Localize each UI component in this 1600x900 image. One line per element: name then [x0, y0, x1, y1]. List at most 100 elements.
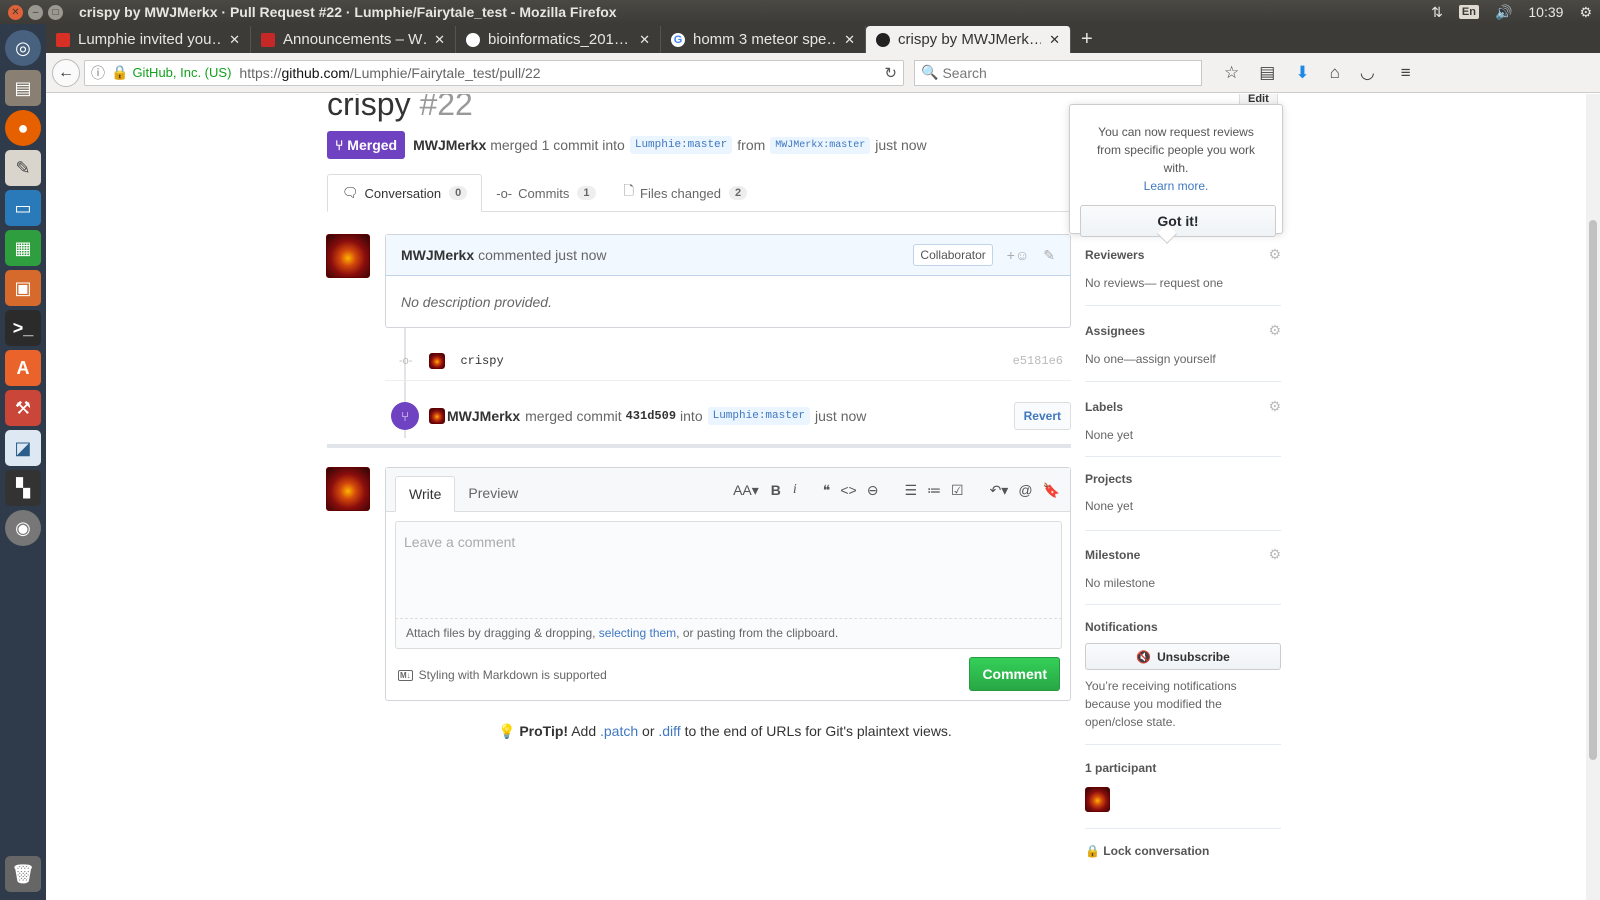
info-icon[interactable]: ⓘ [91, 63, 105, 83]
workspace-icon[interactable]: ▚ [5, 470, 41, 506]
italic-icon[interactable]: i [793, 482, 797, 499]
home-icon[interactable]: ⌂ [1330, 63, 1340, 83]
reload-icon[interactable]: ↻ [884, 64, 897, 82]
trash-icon[interactable]: 🗑 [5, 856, 41, 892]
avatar[interactable] [1085, 787, 1110, 812]
keyboard-layout-indicator[interactable]: En [1458, 5, 1479, 19]
markdown-note[interactable]: M↓ Styling with Markdown is supported [398, 668, 607, 682]
author-link[interactable]: MWJMerkx [413, 137, 486, 153]
link-icon[interactable]: ⊖ [867, 482, 879, 499]
url-bar[interactable]: ⓘ 🔒 GitHub, Inc. (US) https://github.com… [84, 59, 904, 86]
maximize-window-button[interactable]: □ [48, 4, 63, 20]
commit-message-link[interactable]: crispy [460, 354, 503, 368]
tab-preview[interactable]: Preview [455, 475, 531, 511]
firefox-icon[interactable]: ● [5, 110, 41, 146]
patch-link[interactable]: .patch [600, 723, 638, 739]
comment-author[interactable]: MWJMerkx [401, 247, 474, 263]
terminal-icon[interactable]: >_ [5, 310, 41, 346]
clock[interactable]: 10:39 [1528, 4, 1563, 20]
avatar[interactable] [429, 353, 445, 369]
unsubscribe-button[interactable]: 🔇 Unsubscribe [1085, 643, 1281, 670]
merge-sha-link[interactable]: 431d509 [626, 409, 676, 423]
mention-icon[interactable]: @ [1018, 482, 1032, 499]
writer-icon[interactable]: ▭ [5, 190, 41, 226]
avatar[interactable] [326, 467, 370, 511]
volume-icon[interactable]: 🔊 [1495, 4, 1512, 21]
quote-icon[interactable]: ❝ [823, 482, 831, 499]
software-center-icon[interactable]: A [5, 350, 41, 386]
dvd-icon[interactable]: ◉ [5, 510, 41, 546]
reply-icon[interactable]: ↶▾ [990, 482, 1009, 499]
head-branch[interactable]: MWJMerkx:master [770, 136, 871, 154]
bold-icon[interactable]: B [771, 482, 781, 499]
merge-branch[interactable]: Lumphie:master [707, 407, 811, 425]
close-tab-icon[interactable]: ✕ [844, 32, 855, 48]
text-size-icon[interactable]: AA▾ [733, 482, 759, 499]
minimize-window-button[interactable]: – [28, 4, 43, 20]
tab-files-changed[interactable]: 🗋 Files changed 2 [610, 174, 762, 212]
url-text[interactable]: https://github.com/Lumphie/Fairytale_tes… [239, 65, 884, 81]
base-branch[interactable]: Lumphie:master [629, 136, 733, 154]
merge-author-link[interactable]: MWJMerkx [447, 408, 520, 424]
bulleted-list-icon[interactable]: ☰ [904, 482, 917, 499]
gear-icon[interactable]: ⚙ [1268, 246, 1281, 263]
timestamp[interactable]: just now [875, 137, 926, 153]
lightbulb-icon: 💡 [498, 723, 516, 739]
reading-list-icon[interactable]: ▤ [1259, 63, 1275, 83]
browser-tab-active[interactable]: crispy by MWJMerk… ✕ [866, 26, 1071, 53]
browser-tab[interactable]: Lumphie invited you… ✕ [46, 26, 251, 53]
impress-icon[interactable]: ▣ [5, 270, 41, 306]
workbench-icon[interactable]: ◪ [5, 430, 41, 466]
close-tab-icon[interactable]: ✕ [434, 32, 445, 48]
timestamp[interactable]: just now [815, 408, 866, 424]
close-window-button[interactable]: ✕ [8, 4, 23, 20]
got-it-button[interactable]: Got it! [1080, 205, 1276, 237]
close-tab-icon[interactable]: ✕ [1049, 32, 1060, 48]
avatar[interactable] [326, 234, 370, 278]
tab-commits[interactable]: -o- Commits 1 [482, 174, 609, 212]
tab-conversation[interactable]: 🗨 Conversation 0 [327, 174, 483, 212]
site-identity[interactable]: GitHub, Inc. (US) [132, 65, 231, 80]
new-tab-button[interactable]: + [1081, 26, 1093, 53]
select-files-link[interactable]: selecting them [599, 626, 676, 640]
browser-tab[interactable]: G homm 3 meteor spe… ✕ [661, 26, 866, 53]
bookmark-star-icon[interactable]: ☆ [1224, 63, 1239, 83]
learn-more-link[interactable]: Learn more. [1080, 177, 1272, 195]
calc-icon[interactable]: ▦ [5, 230, 41, 266]
scrollbar-thumb[interactable] [1589, 220, 1597, 760]
network-icon[interactable]: ⇅ [1431, 4, 1443, 21]
tab-write[interactable]: Write [395, 476, 456, 512]
search-input[interactable]: 🔍 Search [914, 59, 1202, 86]
download-icon[interactable]: ⬇ [1295, 63, 1309, 83]
task-list-icon[interactable]: ☑ [951, 482, 964, 499]
revert-button[interactable]: Revert [1013, 402, 1071, 430]
close-tab-icon[interactable]: ✕ [229, 32, 240, 48]
attach-files-bar[interactable]: Attach files by dragging & dropping, sel… [395, 619, 1062, 649]
lock-conversation-link[interactable]: 🔒 Lock conversation [1085, 844, 1209, 858]
bookmark-icon[interactable]: 🔖 [1043, 482, 1060, 499]
commit-sha-link[interactable]: e5181e6 [1013, 354, 1063, 368]
browser-tab[interactable]: bioinformatics_201… ✕ [456, 26, 661, 53]
gear-icon[interactable]: ⚙ [1268, 546, 1281, 563]
settings-icon[interactable]: ⚒ [5, 390, 41, 426]
gear-icon[interactable]: ⚙ [1268, 322, 1281, 339]
add-reaction-icon[interactable]: +☺ [1007, 247, 1029, 263]
browser-tab[interactable]: Announcements – W… ✕ [251, 26, 456, 53]
puzzle-icon [261, 32, 275, 47]
comment-submit-button[interactable]: Comment [969, 657, 1060, 691]
text-editor-icon[interactable]: ✎ [5, 150, 41, 186]
code-icon[interactable]: <> [840, 482, 856, 499]
close-tab-icon[interactable]: ✕ [639, 32, 650, 48]
settings-gear-icon[interactable]: ⚙ [1579, 4, 1592, 21]
comment-textarea[interactable]: Leave a comment [395, 521, 1062, 619]
gear-icon[interactable]: ⚙ [1268, 398, 1281, 415]
numbered-list-icon[interactable]: ≔ [927, 482, 941, 499]
diff-link[interactable]: .diff [658, 723, 680, 739]
menu-icon[interactable]: ≡ [1401, 63, 1411, 83]
avatar[interactable] [429, 408, 445, 424]
pocket-icon[interactable]: ◡ [1360, 63, 1375, 83]
files-icon[interactable]: ▤ [5, 70, 41, 106]
edit-pencil-icon[interactable]: ✎ [1043, 247, 1055, 264]
back-button[interactable]: ← [52, 58, 80, 87]
ubuntu-dash-icon[interactable]: ◎ [5, 30, 41, 66]
